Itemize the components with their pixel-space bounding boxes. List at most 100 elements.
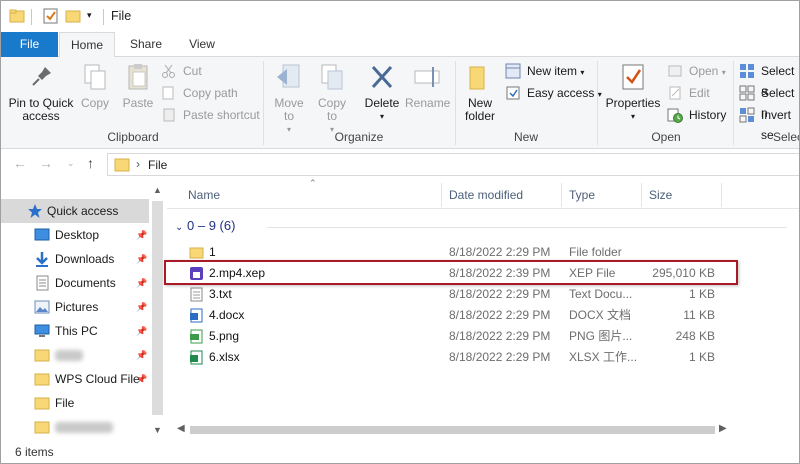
delete-button[interactable]: Delete ▾	[361, 61, 403, 123]
customize-toolbar-icon[interactable]: ▾	[87, 10, 92, 21]
properties-quick-icon[interactable]	[43, 8, 59, 27]
edit-button[interactable]: Edit	[667, 83, 710, 103]
tab-share[interactable]: Share	[120, 32, 172, 57]
easy-access-icon	[505, 85, 521, 101]
scroll-right-icon[interactable]: ▶	[719, 423, 727, 434]
new-item-label: New item	[527, 64, 578, 78]
nav-item-desktop[interactable]: Desktop 📌	[1, 223, 149, 247]
file-row[interactable]: 3.txt 8/18/2022 2:29 PM Text Docu... 1 K…	[167, 284, 799, 305]
move-to-button[interactable]: Move to ▾	[269, 61, 309, 136]
pictures-icon	[34, 299, 50, 315]
nav-item-documents[interactable]: Documents 📌	[1, 271, 149, 295]
pin-icon[interactable]: 📌	[136, 295, 147, 319]
new-folder-icon	[464, 61, 496, 93]
nav-item-pictures[interactable]: Pictures 📌	[1, 295, 149, 319]
open-button[interactable]: Open ▾	[667, 61, 726, 81]
file-size: 1 KB	[688, 287, 715, 301]
folder-icon	[34, 395, 50, 411]
column-type[interactable]: Type	[569, 188, 595, 202]
new-folder-quick-icon[interactable]	[65, 8, 81, 27]
pin-icon[interactable]: 📌	[136, 367, 147, 391]
column-name[interactable]: Name	[188, 188, 220, 202]
new-group-label: New	[513, 130, 538, 144]
easy-access-button[interactable]: Easy access ▾	[505, 83, 602, 103]
text-file-icon	[189, 287, 204, 302]
new-folder-button[interactable]: New folder	[459, 61, 501, 123]
copy-path-button[interactable]: Copy path	[161, 83, 238, 103]
copy-icon	[79, 61, 111, 93]
back-arrow-icon[interactable]: ←	[13, 155, 27, 171]
nav-item-file[interactable]: File	[1, 391, 149, 415]
file-row[interactable]: 5.png 8/18/2022 2:29 PM PNG 图片... 248 KB	[167, 326, 799, 347]
copy-path-label: Copy path	[183, 86, 238, 100]
nav-item-blurred-folder-1[interactable]: 📌	[1, 343, 149, 367]
ribbon-tabs: File Home Share View	[1, 32, 799, 58]
cut-label: Cut	[183, 64, 202, 78]
pin-to-quick-access-button[interactable]: Pin to Quick access	[7, 61, 75, 123]
copy-button[interactable]: Copy	[77, 61, 113, 110]
easy-access-label: Easy access	[527, 86, 595, 100]
select-none-button[interactable]: Select n	[739, 83, 799, 120]
tab-home[interactable]: Home	[59, 32, 115, 58]
nav-item-this-pc[interactable]: This PC 📌	[1, 319, 149, 343]
scissors-icon	[161, 63, 177, 79]
move-to-label: Move to	[274, 96, 304, 123]
chevron-right-icon[interactable]: ›	[136, 157, 140, 171]
pin-icon[interactable]: 📌	[136, 343, 147, 367]
explorer-window: ▾ File File Home Share View Pin to Quick…	[0, 0, 800, 464]
documents-icon	[34, 275, 50, 291]
file-row[interactable]: 4.docx 8/18/2022 2:29 PM DOCX 文档 11 KB	[167, 305, 799, 326]
tab-file[interactable]: File	[1, 32, 58, 57]
pc-icon	[34, 323, 50, 339]
scrollbar-thumb[interactable]	[152, 201, 163, 415]
address-bar[interactable]: › File	[107, 153, 799, 176]
pin-icon[interactable]: 📌	[136, 247, 147, 271]
file-type: PNG 图片...	[569, 329, 633, 343]
nav-item-downloads[interactable]: Downloads 📌	[1, 247, 149, 271]
scroll-left-icon[interactable]: ◀	[177, 423, 185, 434]
column-size[interactable]: Size	[649, 188, 672, 202]
file-row[interactable]: 1 8/18/2022 2:29 PM File folder	[167, 242, 799, 263]
column-date-modified[interactable]: Date modified	[449, 188, 523, 202]
copy-to-button[interactable]: Copy to ▾	[313, 61, 351, 136]
history-label: History	[689, 108, 727, 122]
chevron-down-icon[interactable]: ⌄	[175, 222, 183, 233]
up-arrow-icon[interactable]: ↑	[87, 155, 94, 171]
file-name: 3.txt	[209, 287, 232, 301]
nav-item-blurred-folder-2[interactable]	[1, 415, 149, 439]
forward-arrow-icon[interactable]: →	[39, 155, 53, 171]
scrollbar-thumb[interactable]	[190, 426, 715, 434]
scroll-up-icon[interactable]: ▲	[153, 185, 162, 195]
scroll-down-icon[interactable]: ▼	[153, 425, 162, 435]
pin-icon	[25, 61, 57, 93]
horizontal-scrollbar[interactable]: ◀ ▶	[175, 423, 731, 437]
delete-x-icon	[366, 61, 398, 93]
pin-icon[interactable]: 📌	[136, 271, 147, 295]
file-row[interactable]: 2.mp4.xep 8/18/2022 2:39 PM XEP File 295…	[167, 263, 799, 284]
file-date: 8/18/2022 2:29 PM	[449, 350, 551, 364]
organize-group-label: Organize	[334, 130, 384, 144]
paste-button[interactable]: Paste	[119, 61, 157, 110]
invert-selection-button[interactable]: Invert se	[739, 105, 799, 142]
nav-pane-scrollbar[interactable]: ▲ ▼	[150, 181, 165, 441]
paste-shortcut-button[interactable]: Paste shortcut	[161, 105, 260, 125]
breadcrumb[interactable]: File	[148, 158, 167, 172]
nav-item-wps-cloud-file[interactable]: WPS Cloud File 📌	[1, 367, 149, 391]
history-button[interactable]: History	[667, 105, 726, 125]
group-label: 0 – 9 (6)	[187, 218, 236, 233]
folder-icon	[34, 419, 50, 435]
copy-path-icon	[161, 85, 177, 101]
new-item-button[interactable]: New item ▾	[505, 61, 584, 81]
open-label: Open	[689, 64, 719, 78]
group-header[interactable]: ⌄ 0 – 9 (6)	[175, 218, 787, 233]
tab-view[interactable]: View	[177, 32, 227, 57]
pin-icon[interactable]: 📌	[136, 223, 147, 247]
cut-button[interactable]: Cut	[161, 61, 202, 81]
rename-button[interactable]: Rename	[405, 61, 450, 110]
properties-button[interactable]: Properties ▾	[605, 61, 661, 123]
select-all-button[interactable]: Select a	[739, 61, 799, 98]
nav-item-quick-access[interactable]: Quick access	[1, 199, 149, 223]
pin-icon[interactable]: 📌	[136, 319, 147, 343]
file-row[interactable]: 6.xlsx 8/18/2022 2:29 PM XLSX 工作... 1 KB	[167, 347, 799, 368]
recent-locations-icon[interactable]: ⌄	[67, 158, 75, 169]
